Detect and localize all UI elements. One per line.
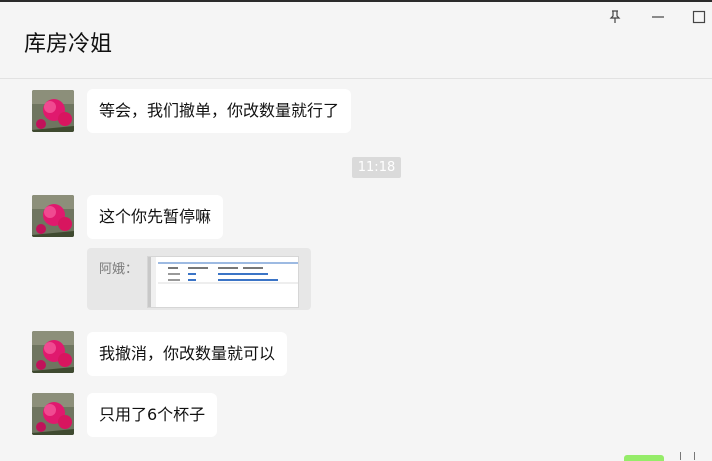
message-text: 这个你先暂停嘛 (99, 207, 212, 226)
spreadsheet-thumbnail-icon (148, 257, 298, 307)
message-text: 只用了6个杯子 (99, 405, 206, 424)
outgoing-bubble-edge (624, 455, 664, 461)
message-text: 等会，我们撤单，你改数量就行了 (99, 101, 340, 120)
divider (694, 452, 695, 460)
quoted-image-thumbnail[interactable] (147, 256, 299, 308)
avatar[interactable] (32, 393, 74, 435)
flower-avatar-icon (32, 90, 74, 132)
message-text: 我撤消，你改数量就可以 (99, 344, 276, 363)
message-bubble[interactable]: 等会，我们撤单，你改数量就行了 (87, 89, 352, 133)
avatar[interactable] (32, 331, 74, 373)
maximize-icon[interactable] (692, 10, 706, 24)
message-bubble[interactable]: 我撤消，你改数量就可以 (87, 332, 288, 376)
flower-avatar-icon (32, 331, 74, 373)
flower-avatar-icon (32, 195, 74, 237)
avatar[interactable] (32, 195, 74, 237)
timestamp-badge: 11:18 (352, 157, 401, 178)
message-bubble[interactable]: 这个你先暂停嘛 (87, 195, 224, 239)
quote-sender-label: 阿娥： (99, 262, 139, 277)
minimize-icon[interactable] (651, 10, 665, 24)
flower-avatar-icon (32, 393, 74, 435)
divider (680, 452, 681, 460)
avatar[interactable] (32, 90, 74, 132)
message-bubble[interactable]: 只用了6个杯子 (87, 393, 218, 437)
quoted-message[interactable]: 阿娥： (87, 248, 311, 310)
pin-icon[interactable] (608, 10, 622, 24)
message-list[interactable]: 等会，我们撤单，你改数量就行了 11:18 这个你先暂停嘛 阿娥： 我撤消，你改… (0, 79, 712, 460)
chat-header: 库房冷姐 (0, 2, 712, 79)
chat-title: 库房冷姐 (24, 32, 113, 57)
